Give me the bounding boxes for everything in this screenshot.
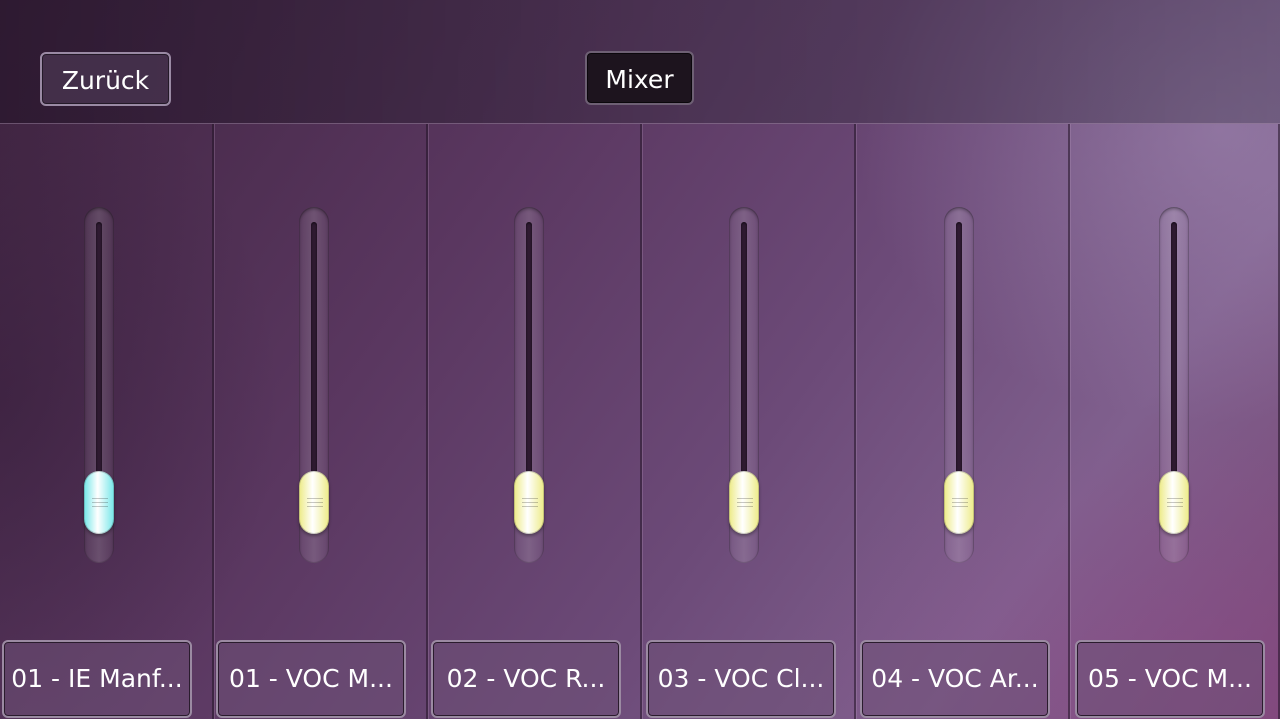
channel-name-button[interactable]: 01 - IE Manf... [2,640,192,718]
channel-name-button[interactable]: 01 - VOC M... [216,640,406,718]
channel-strip: 01 - IE Manf... [0,124,214,719]
channel-strips: 01 - IE Manf... 01 - VOC M... 02 - VOC R… [0,124,1280,719]
channel-strip: 05 - VOC M... [1070,124,1280,719]
channel-strip: 01 - VOC M... [214,124,428,719]
mixer-screen: Zurück Mixer 01 - IE Manf... 01 - VOC M.… [0,0,1280,719]
fader-knob[interactable] [729,471,759,535]
channel-name-button[interactable]: 03 - VOC Cl... [646,640,836,718]
back-button[interactable]: Zurück [40,52,171,106]
fader-knob[interactable] [514,471,544,535]
fader-knob[interactable] [1159,471,1189,535]
mixer-button[interactable]: Mixer [585,51,694,105]
fader-knob[interactable] [84,471,114,535]
channel-name-button[interactable]: 05 - VOC M... [1075,640,1265,718]
fader-knob[interactable] [299,471,329,535]
channel-name-button[interactable]: 04 - VOC Ar... [860,640,1050,718]
channel-strip: 03 - VOC Cl... [642,124,856,719]
fader-knob[interactable] [944,471,974,535]
top-bar: Zurück Mixer [0,0,1280,124]
channel-strip: 02 - VOC R... [428,124,642,719]
channel-name-button[interactable]: 02 - VOC R... [431,640,621,718]
channel-strip: 04 - VOC Ar... [856,124,1070,719]
